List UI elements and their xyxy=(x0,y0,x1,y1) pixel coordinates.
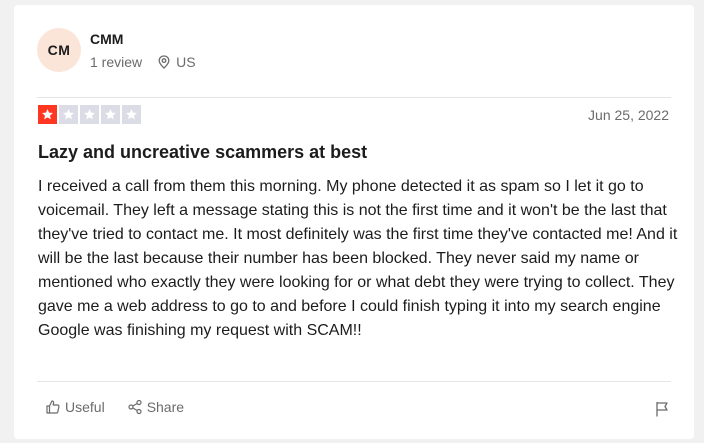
useful-button[interactable]: Useful xyxy=(45,399,105,415)
review-date: Jun 25, 2022 xyxy=(588,107,669,123)
flag-button[interactable] xyxy=(655,401,669,422)
reviewer-name[interactable]: CMM xyxy=(90,31,123,47)
reviewer-location: US xyxy=(158,54,196,70)
thumbs-up-icon xyxy=(46,400,60,414)
flag-icon xyxy=(656,401,668,417)
share-icon xyxy=(128,399,142,415)
divider xyxy=(37,381,671,382)
location-pin-icon xyxy=(158,55,170,69)
review-body: I received a call from them this morning… xyxy=(38,178,678,339)
location-label: US xyxy=(176,54,196,70)
divider xyxy=(37,97,671,98)
useful-label: Useful xyxy=(65,399,105,415)
review-card: CM CMM 1 review US Jun 25, 2022 Lazy and… xyxy=(14,5,694,439)
avatar[interactable]: CM xyxy=(37,28,81,72)
share-button[interactable]: Share xyxy=(127,399,184,415)
share-label: Share xyxy=(146,399,185,415)
review-title[interactable]: Lazy and uncreative scammers at best xyxy=(38,142,367,163)
star-rating xyxy=(38,105,143,124)
star-icon xyxy=(80,105,99,124)
review-actions: Useful Share xyxy=(45,399,206,415)
review-count: 1 review xyxy=(90,54,143,70)
reviewer-meta: 1 review US xyxy=(90,54,196,70)
star-icon xyxy=(122,105,141,124)
star-icon xyxy=(38,105,57,124)
star-icon xyxy=(59,105,78,124)
star-icon xyxy=(101,105,120,124)
